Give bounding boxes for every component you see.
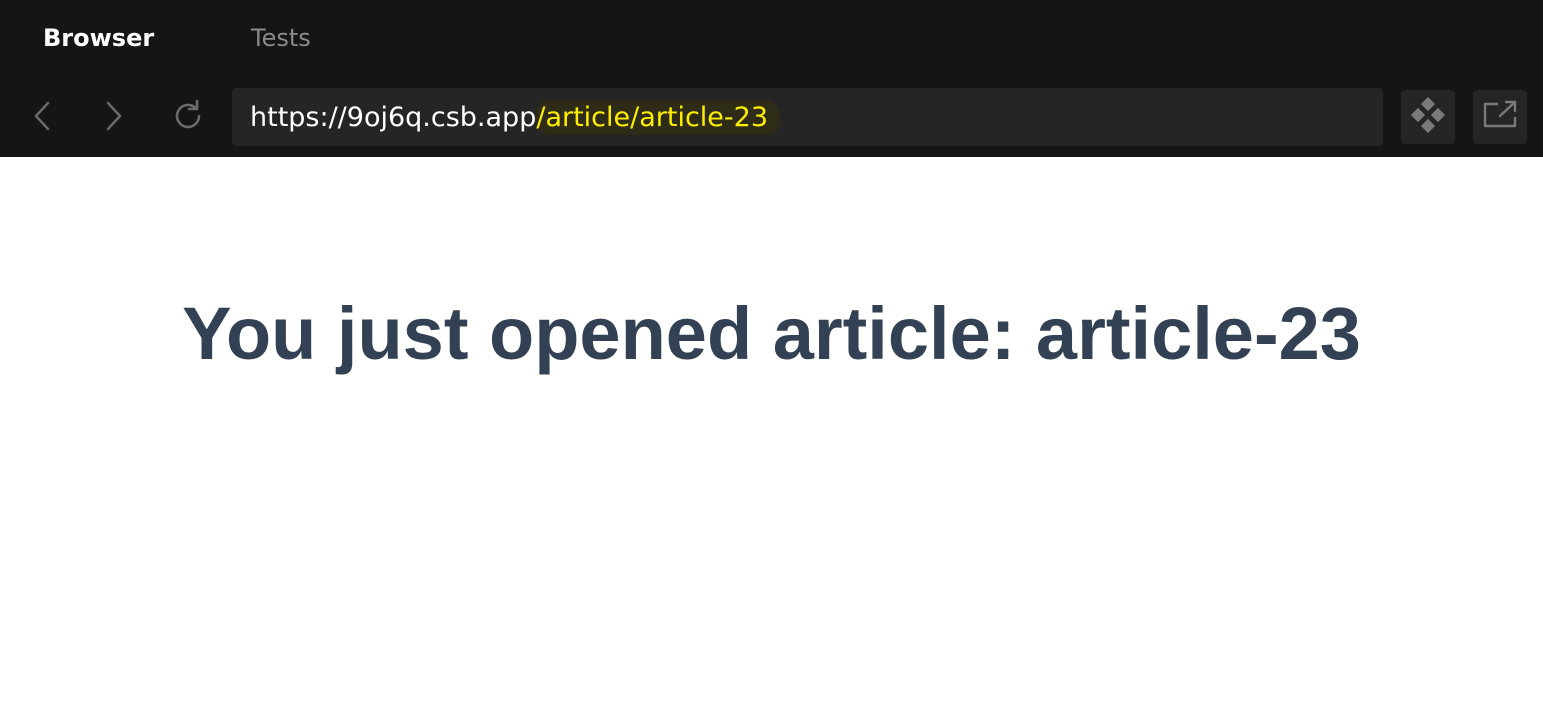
url-path: /article/article-23 xyxy=(536,99,781,135)
devtools-button[interactable] xyxy=(1401,90,1455,144)
address-bar[interactable]: https://9oj6q.csb.app/article/article-23 xyxy=(232,88,1383,146)
reload-icon xyxy=(170,98,206,139)
page-viewport: You just opened article: article-23 xyxy=(0,157,1543,706)
chevron-right-icon xyxy=(102,100,126,137)
page-heading: You just opened article: article-23 xyxy=(182,292,1361,375)
forward-button[interactable] xyxy=(94,98,134,138)
open-external-button[interactable] xyxy=(1473,90,1527,144)
tab-bar: Browser Tests xyxy=(0,0,1543,78)
tab-browser[interactable]: Browser xyxy=(43,22,154,54)
browser-toolbar: https://9oj6q.csb.app/article/article-23 xyxy=(0,78,1543,157)
tab-tests[interactable]: Tests xyxy=(251,22,311,54)
reload-button[interactable] xyxy=(168,98,208,138)
open-in-new-window-icon xyxy=(1482,99,1518,136)
chevron-left-icon xyxy=(30,100,54,137)
url-origin: https://9oj6q.csb.app xyxy=(250,101,537,133)
diamond-grid-icon xyxy=(1410,96,1446,138)
back-button[interactable] xyxy=(22,98,62,138)
